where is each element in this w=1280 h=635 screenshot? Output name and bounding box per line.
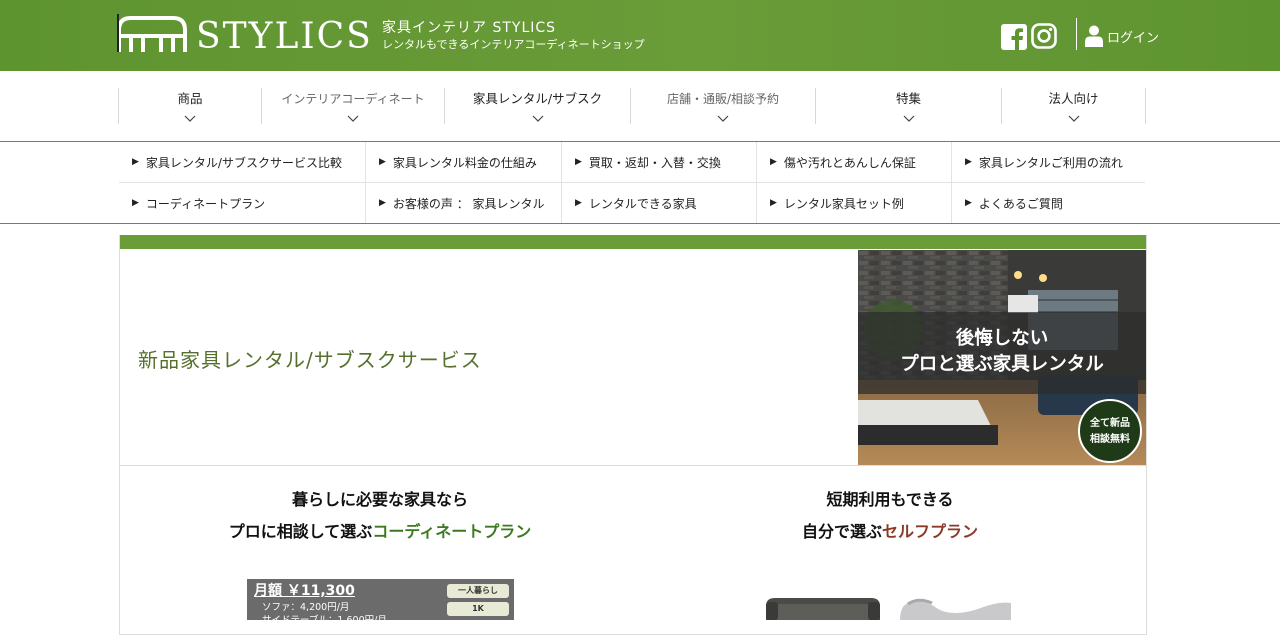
- sub-link-label: お客様の声 ： 家具レンタル: [392, 196, 545, 211]
- plan-heading-line: プロに相談して選ぶコーディネートプラン: [200, 516, 560, 548]
- chevron-down-icon: [1068, 115, 1079, 122]
- triangle-right-icon: ▶: [965, 198, 972, 208]
- section-band: [120, 235, 1146, 249]
- sub-link-service-comparison[interactable]: ▶ 家具レンタル/サブスクサービス比較: [119, 142, 365, 182]
- user-icon: [1085, 25, 1103, 47]
- nav-corporate[interactable]: 法人向け: [1001, 88, 1146, 124]
- hero-copy-line: プロと選ぶ家具レンタル: [900, 354, 1104, 375]
- plan-heading-line: 短期利用もできる: [826, 490, 954, 509]
- site-tagline: 家具インテリア STYLICS: [382, 20, 557, 36]
- hero-divider: [120, 465, 1146, 466]
- sub-link-label: よくあるご質問: [978, 196, 1063, 211]
- facebook-icon[interactable]: [1001, 24, 1027, 50]
- logo-text[interactable]: STYLICS: [196, 15, 373, 59]
- sub-link-label: レンタル家具セット例: [783, 196, 904, 211]
- sub-link-faq[interactable]: ▶ よくあるご質問: [951, 183, 1145, 223]
- sub-link-label: 家具レンタル料金の仕組み: [392, 155, 537, 170]
- badge-line: 全て新品: [1090, 418, 1130, 429]
- plan-heading-highlight: セルフプラン: [882, 522, 979, 541]
- triangle-right-icon: ▶: [132, 157, 139, 167]
- chevron-down-icon: [532, 115, 543, 122]
- sub-link-rental-flow[interactable]: ▶ 家具レンタルご利用の流れ: [951, 142, 1145, 182]
- nav-label: 法人向け: [1048, 91, 1099, 106]
- triangle-right-icon: ▶: [379, 198, 386, 208]
- sub-nav-row: ▶ 家具レンタル/サブスクサービス比較 ▶ 家具レンタル料金の仕組み ▶ 買取・返却・…: [119, 142, 1145, 183]
- nav-interior-coordinate[interactable]: インテリアコーディネート: [261, 88, 444, 124]
- chair-image[interactable]: [898, 595, 1013, 620]
- sub-link-pricing[interactable]: ▶ 家具レンタル料金の仕組み: [365, 142, 561, 182]
- chevron-down-icon: [903, 115, 914, 122]
- page-title: 新品家具レンタル/サブスクサービス: [138, 348, 482, 372]
- badge-line: 相談無料: [1090, 434, 1130, 445]
- site-subtagline: レンタルもできるインテリアコーディネートショップ: [382, 38, 645, 51]
- global-nav: 商品 インテリアコーディネート 家具レンタル/サブスク 店舗・通販/相談予約 特…: [118, 88, 1146, 124]
- self-plan-heading[interactable]: 短期利用もできる 自分で選ぶセルフプラン: [710, 484, 1070, 548]
- sub-link-coordinate-plan[interactable]: ▶ コーディネートプラン: [119, 183, 365, 223]
- nav-products[interactable]: 商品: [118, 88, 261, 124]
- hero-copy: 後悔しない プロと選ぶ家具レンタル: [858, 312, 1146, 394]
- login-label: ログイン: [1107, 30, 1160, 46]
- sub-nav-divider: [0, 223, 1280, 224]
- nav-store-reservation[interactable]: 店舗・通販/相談予約: [630, 88, 815, 124]
- coordinate-plan-image[interactable]: 月額 ￥11,300 ソファ：4,200円/月 サイドテーブル：1,600円/月…: [247, 579, 514, 620]
- triangle-right-icon: ▶: [770, 157, 777, 167]
- plan-price: 月額 ￥11,300: [254, 583, 355, 599]
- nav-label: 家具レンタル/サブスク: [472, 91, 603, 106]
- plan-heading-line: 自分で選ぶセルフプラン: [710, 516, 1070, 548]
- instagram-icon[interactable]: [1031, 23, 1057, 49]
- plan-heading-prefix: 自分で選ぶ: [801, 522, 882, 541]
- sub-link-label: コーディネートプラン: [145, 196, 266, 211]
- plan-heading-highlight: コーディネートプラン: [372, 522, 532, 541]
- header-divider: [1076, 18, 1077, 50]
- sub-link-damage-guarantee[interactable]: ▶ 傷や汚れとあんしん保証: [756, 142, 951, 182]
- triangle-right-icon: ▶: [770, 198, 777, 208]
- hero-copy-line: 後悔しない: [955, 328, 1049, 349]
- sub-link-customer-voices[interactable]: ▶ お客様の声 ： 家具レンタル: [365, 183, 561, 223]
- chevron-down-icon: [717, 115, 729, 122]
- chevron-down-icon: [184, 115, 196, 122]
- plan-item: ソファ：4,200円/月: [262, 602, 350, 613]
- sofa-image[interactable]: [763, 594, 883, 620]
- plan-tag: 1K: [447, 602, 509, 616]
- site-header: STYLICS 家具インテリア STYLICS レンタルもできるインテリアコーデ…: [0, 0, 1280, 71]
- sub-nav: ▶ 家具レンタル/サブスクサービス比較 ▶ 家具レンタル料金の仕組み ▶ 買取・返却・…: [119, 142, 1145, 223]
- sub-link-label: レンタルできる家具: [588, 196, 697, 211]
- triangle-right-icon: ▶: [575, 198, 582, 208]
- nav-label: 店舗・通販/相談予約: [666, 92, 780, 106]
- nav-furniture-rental[interactable]: 家具レンタル/サブスク: [444, 88, 630, 124]
- triangle-right-icon: ▶: [965, 157, 972, 167]
- plan-item: サイドテーブル：1,600円/月: [262, 612, 387, 620]
- triangle-right-icon: ▶: [132, 198, 139, 208]
- free-consultation-badge: 全て新品 相談無料: [1078, 399, 1142, 463]
- sub-link-label: 家具レンタル/サブスクサービス比較: [145, 155, 342, 170]
- sub-link-label: 買取・返却・入替・交換: [588, 155, 721, 170]
- sub-nav-row: ▶ コーディネートプラン ▶ お客様の声 ： 家具レンタル ▶ レンタルできる家具 ▶…: [119, 183, 1145, 223]
- plan-tag: 一人暮らし: [447, 584, 509, 598]
- plan-heading-line: 暮らしに必要な家具なら: [291, 490, 468, 509]
- sub-link-label: 傷や汚れとあんしん保証: [783, 155, 916, 170]
- triangle-right-icon: ▶: [575, 157, 582, 167]
- sofa-logo-icon[interactable]: [117, 14, 187, 52]
- nav-label: インテリアコーディネート: [281, 92, 425, 106]
- nav-features[interactable]: 特集: [815, 88, 1001, 124]
- chevron-down-icon: [347, 115, 359, 122]
- coordinate-plan-heading[interactable]: 暮らしに必要な家具なら プロに相談して選ぶコーディネートプラン: [200, 484, 560, 548]
- nav-label: 商品: [177, 91, 203, 106]
- plan-heading-prefix: プロに相談して選ぶ: [228, 522, 373, 541]
- sub-link-label: 家具レンタルご利用の流れ: [978, 155, 1123, 170]
- login-link[interactable]: ログイン: [1085, 24, 1159, 48]
- sub-link-buyout-return[interactable]: ▶ 買取・返却・入替・交換: [561, 142, 756, 182]
- sub-link-set-examples[interactable]: ▶ レンタル家具セット例: [756, 183, 951, 223]
- sub-link-rentable-furniture[interactable]: ▶ レンタルできる家具: [561, 183, 756, 223]
- nav-label: 特集: [895, 91, 921, 106]
- triangle-right-icon: ▶: [379, 157, 386, 167]
